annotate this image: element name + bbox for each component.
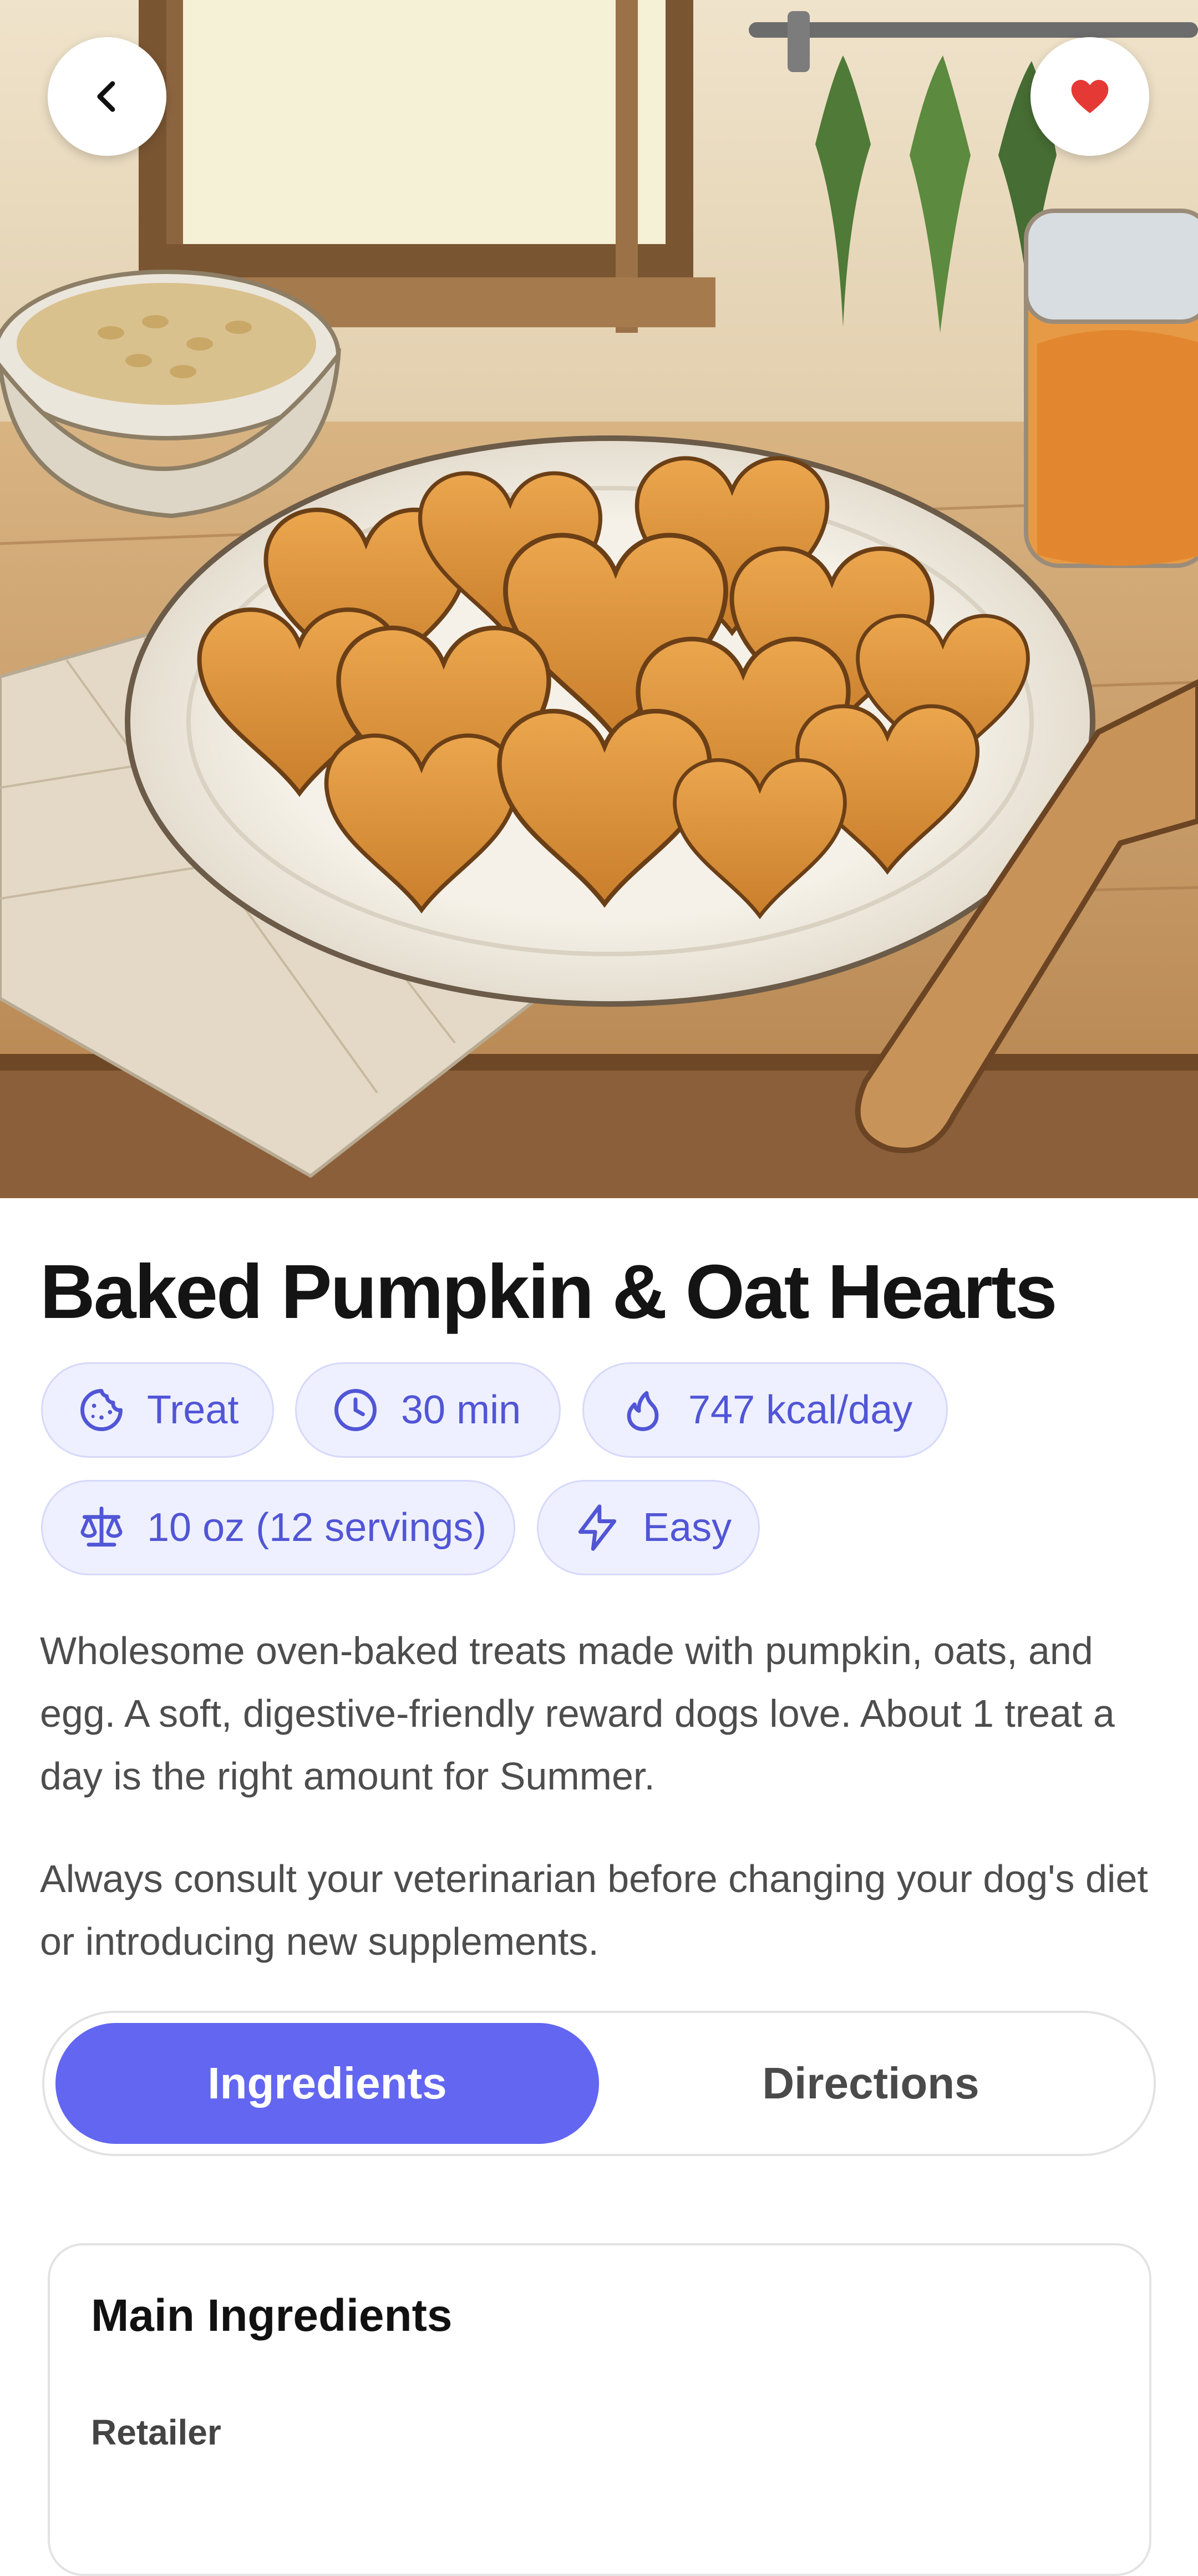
retailer-label: Retailer [91,2412,221,2452]
chip-category: Treat [41,1362,274,1458]
heart-icon [1071,80,1109,113]
flame-icon [627,1391,659,1431]
cookie-icon [80,1389,123,1431]
scale-icon [80,1507,123,1547]
lightning-icon [578,1504,617,1551]
back-button[interactable] [48,37,166,156]
chevron-left-icon [97,81,115,112]
recipe-title: Baked Pumpkin & Oat Hearts [40,1249,1058,1335]
favorite-button[interactable] [1031,37,1149,156]
recipe-description: Wholesome oven-baked treats made with pu… [40,1629,1115,1798]
recipe-tabs: Ingredients Directions [42,2011,1156,2156]
chip-calories: 747 kcal/day [582,1362,948,1458]
card-title: Main Ingredients [91,2290,453,2341]
chip-difficulty: Easy [537,1480,760,1575]
clock-icon [334,1389,377,1431]
chip-time: 30 min [295,1362,561,1458]
chip-yield: 10 oz (12 servings) [41,1480,515,1575]
tab-ingredients[interactable]: Ingredients [55,2023,599,2144]
vet-disclaimer: Always consult your veterinarian before … [40,1857,1148,1963]
hero-image [0,0,1198,1198]
ingredients-card: Main Ingredients Retailer [48,2243,1151,2576]
tab-directions[interactable]: Directions [599,2023,1143,2144]
